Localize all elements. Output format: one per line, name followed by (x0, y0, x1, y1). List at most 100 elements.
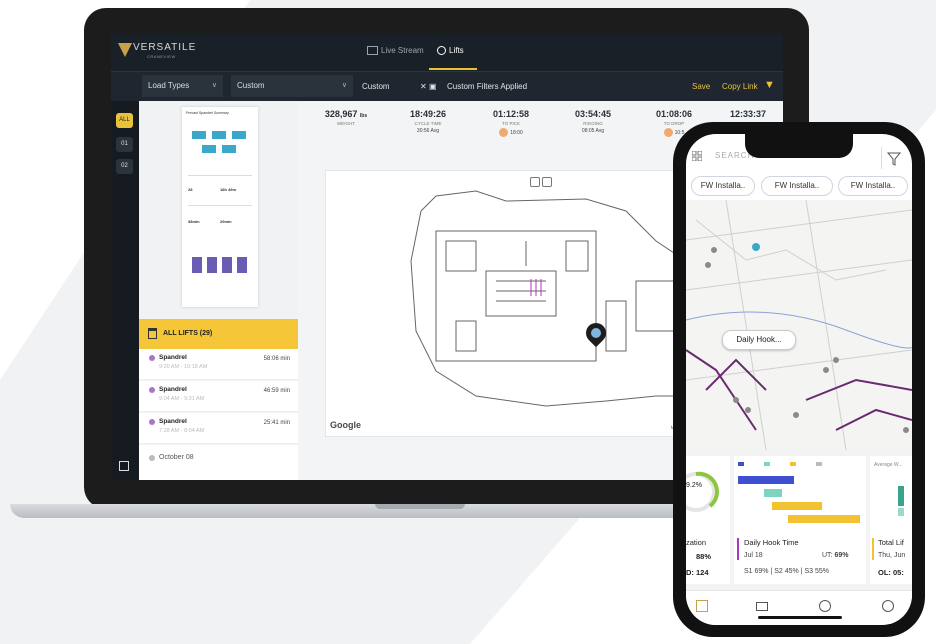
rail-all-button[interactable]: ALL (116, 113, 133, 128)
load-types-select[interactable]: Load Types ∨ (142, 75, 223, 97)
stat-total: 12:33:37 (709, 109, 783, 119)
google-logo: Google (330, 420, 361, 430)
rail-item-01[interactable]: 01 (116, 137, 133, 152)
phone-map[interactable]: Daily Hook... (686, 200, 912, 450)
tab-lifts[interactable]: Lifts (437, 46, 464, 56)
report-block (192, 131, 206, 139)
card-extra: D: 124 (686, 568, 709, 577)
report-divider (188, 175, 252, 176)
filter-chip[interactable]: FW Installa.. (691, 176, 755, 196)
report-divider (188, 205, 252, 206)
grid-icon[interactable] (692, 151, 702, 161)
card-title: Total Lif (878, 538, 904, 547)
tab-live-stream[interactable]: Live Stream (367, 46, 424, 56)
total-lifts-card[interactable]: Average W... Total Lif Thu, Jun OL: 05: (870, 456, 912, 584)
layers-icon[interactable] (542, 177, 552, 187)
stat-weight: 328,967 lbs WEIGHT (307, 109, 385, 126)
utilization-card[interactable]: 9.2% zation 88% D: 124 (686, 456, 730, 584)
report-value: 29min (220, 219, 232, 224)
report-block (192, 257, 202, 273)
bar (898, 486, 904, 506)
copy-link-button[interactable]: Copy Link (722, 82, 758, 91)
rail-item-02[interactable]: 02 (116, 159, 133, 174)
report-title: Precast Spandrel Summary (186, 111, 229, 115)
report-block (232, 131, 246, 139)
stat-label: RIGGING (583, 121, 603, 126)
phone-notch (745, 134, 853, 158)
status-dot (149, 387, 155, 393)
badge-icon (499, 128, 509, 137)
lift-duration: 58:06 min (263, 356, 290, 362)
video-icon[interactable] (756, 602, 768, 611)
stat-label: WEIGHT (337, 121, 355, 126)
tab-label: Live Stream (381, 46, 424, 55)
stat-value: 01:12:58 (492, 109, 530, 119)
all-lifts-header[interactable]: ALL LIFTS (29) (139, 319, 298, 349)
stat-sub: 08:05 Avg (581, 128, 605, 134)
lift-time: 9:20 AM - 10:18 AM (159, 364, 208, 370)
calendar-icon[interactable]: ▣ (429, 82, 437, 91)
lift-time: 9:04 AM - 9:31 AM (159, 396, 205, 402)
card-accent (872, 538, 874, 560)
daily-hook-tooltip[interactable]: Daily Hook... (722, 330, 796, 350)
lift-row[interactable]: Spandrel 7:28 AM - 8:04 AM 25:41 min (139, 413, 298, 444)
summary-report[interactable]: Precast Spandrel Summary 28 18h 49m 38mi… (182, 107, 258, 307)
status-dot (149, 419, 155, 425)
logo-subtext: CRANEVIEW (147, 54, 176, 59)
home-indicator (758, 616, 842, 619)
logo-text: VERSATILE (133, 42, 197, 53)
phone-frame: SEARCH FW Installa.. FW Installa.. FW In… (673, 122, 925, 637)
site-map[interactable]: Google Map data ©2020 Google (325, 170, 727, 437)
laptop-notch (375, 504, 465, 509)
filter-icon[interactable]: ▼ (764, 79, 775, 91)
donut-chart (686, 471, 719, 512)
lift-row[interactable]: Spandrel 9:04 AM - 9:31 AM 46:59 min (139, 381, 298, 412)
select-label: Load Types (148, 81, 190, 90)
filter-icon[interactable] (881, 147, 906, 169)
stat-value: 18:49:26 (409, 109, 447, 119)
stat-rigging: 03:54:45 RIGGING 08:05 Avg (554, 109, 632, 134)
crane-icon (148, 328, 157, 339)
gantt-chart (738, 462, 860, 523)
stat-to-pick: 01:12:58 TO PICK 18:00 (472, 109, 550, 137)
logout-icon[interactable] (119, 461, 129, 471)
filter-chip[interactable]: FW Installa.. (838, 176, 908, 196)
profile-icon[interactable] (882, 600, 894, 612)
stat-value: 03:54:45 (574, 109, 612, 119)
card-breakdown: S1 69% | S2 45% | S3 55% (744, 568, 829, 575)
summary-panel: Precast Spandrel Summary 28 18h 49m 38mi… (139, 101, 298, 319)
home-icon[interactable] (696, 600, 708, 612)
stat-value: 328,967 lbs (324, 109, 368, 119)
filter-bar: Load Types ∨ Custom ∨ Custom ✕ ▣ Custom Fi… (111, 72, 783, 101)
report-block (237, 257, 247, 273)
chevron-down-icon: ∨ (341, 82, 347, 89)
card-extra: OL: 05: (878, 568, 904, 577)
report-value: 28 (188, 187, 193, 192)
phone-screen: SEARCH FW Installa.. FW Installa.. FW In… (686, 134, 912, 625)
clear-icon[interactable]: ✕ (420, 82, 427, 91)
report-block (202, 145, 216, 153)
badge-icon (663, 128, 673, 137)
report-block (212, 131, 226, 139)
chat-icon[interactable] (819, 600, 831, 612)
lift-duration: 46:59 min (263, 388, 290, 394)
save-button[interactable]: Save (692, 82, 710, 91)
date-group-row[interactable]: October 08 (139, 445, 298, 480)
card-title: Daily Hook Time (744, 538, 799, 547)
pie-chart-icon (437, 46, 446, 56)
filter-chip[interactable]: FW Installa.. (761, 176, 833, 196)
tab-label: Lifts (449, 46, 464, 55)
daily-hook-card[interactable]: Daily Hook Time Jul 18 UT: 69% S1 69% | … (734, 456, 866, 584)
stat-label: TO PICK (502, 121, 520, 126)
stat-value: 01:08:06 (655, 109, 693, 119)
hand-icon[interactable] (530, 177, 540, 187)
logo-icon (118, 43, 132, 57)
report-block (222, 145, 236, 153)
report-block (222, 257, 232, 273)
active-tab-indicator (429, 68, 477, 70)
date-range-field[interactable]: Custom (362, 82, 390, 91)
custom-select[interactable]: Custom ∨ (231, 75, 353, 97)
metric-cards: 9.2% zation 88% D: 124 Daily Hook Time J… (686, 450, 912, 590)
card-value: 88% (696, 552, 712, 561)
lift-row[interactable]: Spandrel 9:20 AM - 10:18 AM 58:06 min (139, 349, 298, 380)
